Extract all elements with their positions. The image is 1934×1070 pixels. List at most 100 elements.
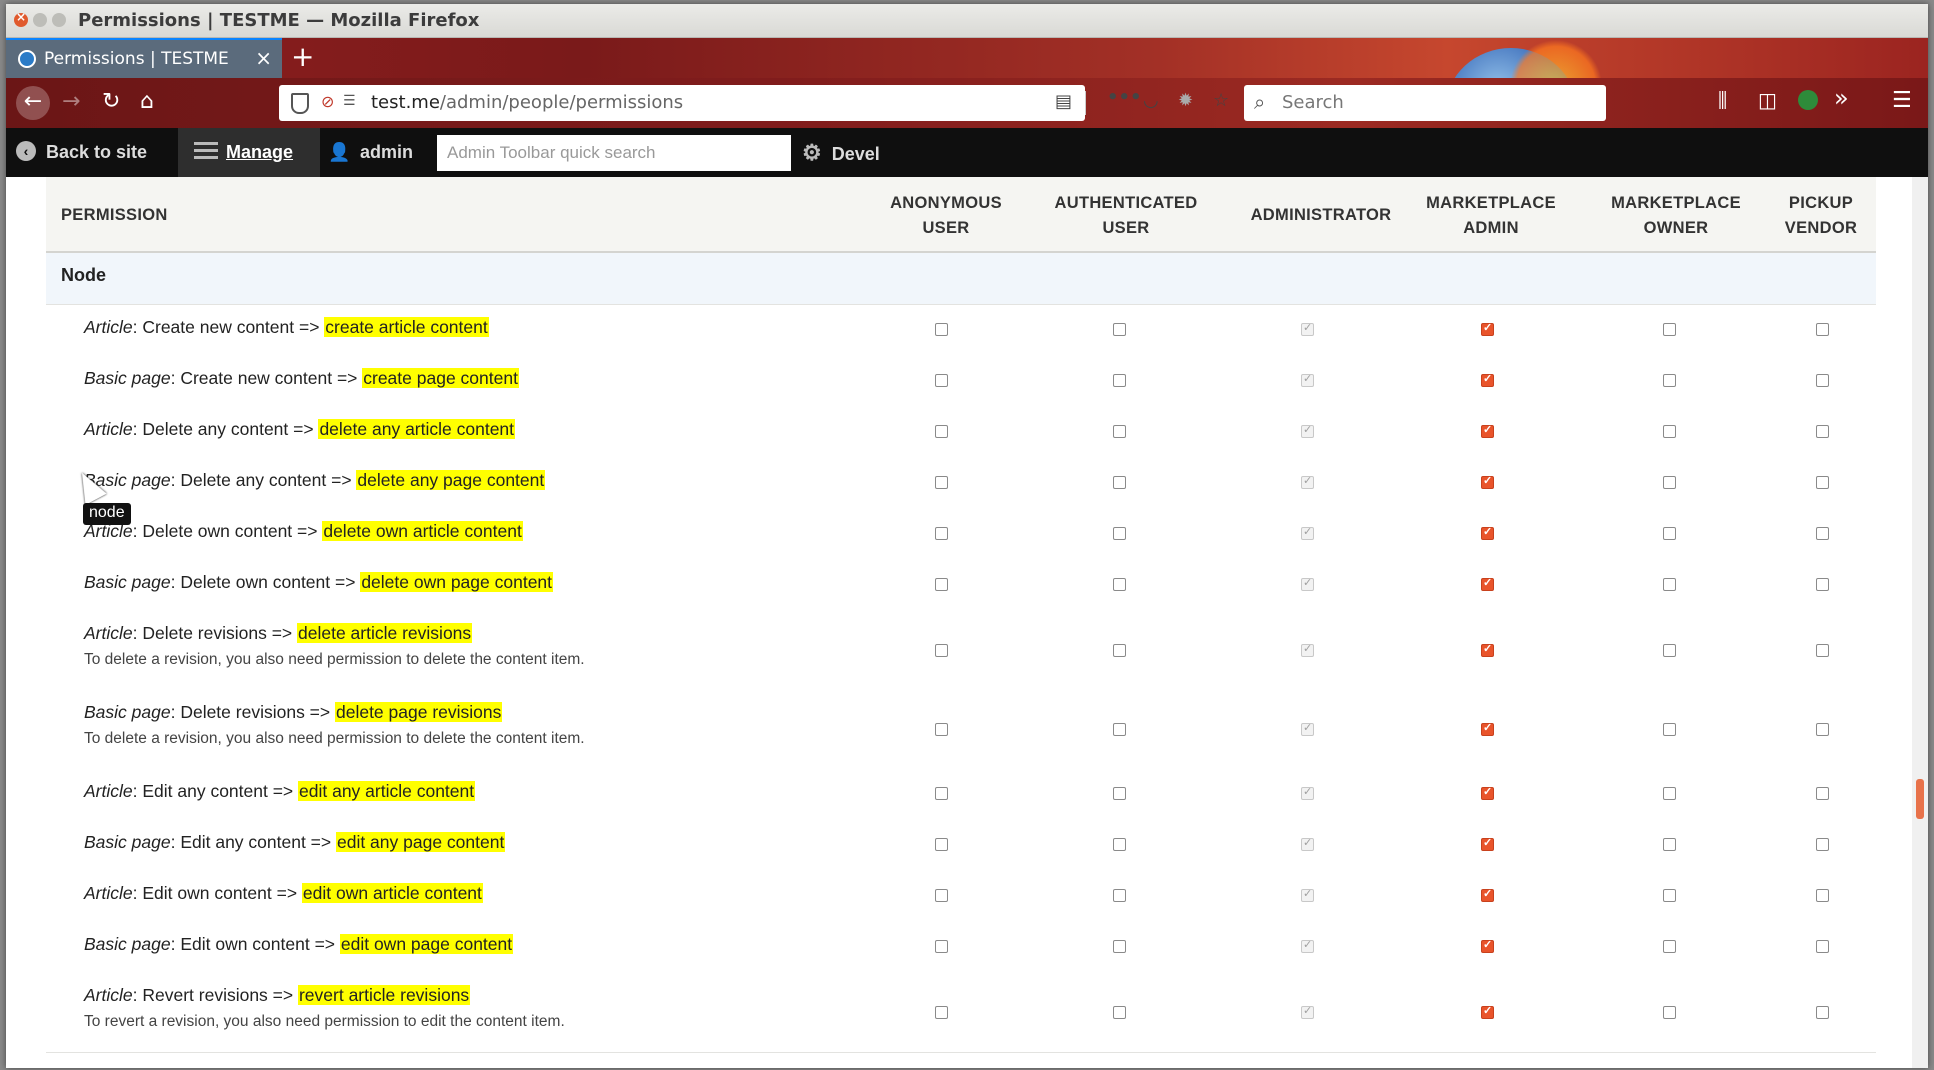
home-icon[interactable]: ⌂ — [140, 89, 154, 114]
checkbox-anonymous-user[interactable] — [935, 787, 948, 800]
bookmark-star-icon[interactable]: ☆ — [1213, 90, 1229, 111]
checkbox-authenticated-user[interactable] — [1113, 1006, 1126, 1019]
checkbox-authenticated-user[interactable] — [1113, 644, 1126, 657]
checkbox-authenticated-user[interactable] — [1113, 787, 1126, 800]
checkbox-marketplace-admin[interactable] — [1481, 372, 1494, 387]
new-tab-button[interactable]: + — [291, 40, 314, 73]
checkbox-marketplace-admin[interactable] — [1481, 576, 1494, 591]
table-row: Basic page: Delete any content => delete… — [46, 458, 1876, 510]
checkbox-marketplace-admin[interactable] — [1481, 721, 1494, 736]
url-text[interactable]: test.me/admin/people/permissions — [371, 92, 683, 113]
checkbox-authenticated-user[interactable] — [1113, 476, 1126, 489]
search-bar[interactable]: ⌕ Search — [1244, 85, 1606, 121]
overflow-chevron-icon[interactable]: » — [1834, 84, 1849, 112]
insecure-lock-icon[interactable]: ⊘ — [321, 92, 334, 111]
checkbox-marketplace-owner[interactable] — [1663, 425, 1676, 438]
checkbox-marketplace-owner[interactable] — [1663, 644, 1676, 657]
checkbox-pickup-vendor[interactable] — [1816, 527, 1829, 540]
extension-avatar-icon[interactable] — [1798, 90, 1818, 110]
checkbox-marketplace-owner[interactable] — [1663, 889, 1676, 902]
checkbox-marketplace-admin[interactable] — [1481, 423, 1494, 438]
checkbox-anonymous-user[interactable] — [935, 1006, 948, 1019]
checkbox-anonymous-user[interactable] — [935, 476, 948, 489]
checkbox-pickup-vendor[interactable] — [1816, 644, 1829, 657]
checkbox-pickup-vendor[interactable] — [1816, 1006, 1829, 1019]
checkbox-marketplace-owner[interactable] — [1663, 787, 1676, 800]
checkbox-authenticated-user[interactable] — [1113, 323, 1126, 336]
scrollbar[interactable] — [1912, 177, 1928, 1068]
checkbox-anonymous-user[interactable] — [935, 889, 948, 902]
checkbox-anonymous-user[interactable] — [935, 644, 948, 657]
checkbox-marketplace-owner[interactable] — [1663, 1006, 1676, 1019]
checkbox-authenticated-user[interactable] — [1113, 527, 1126, 540]
forward-arrow-icon[interactable]: → — [62, 89, 80, 114]
pocket-icon[interactable]: ◡ — [1143, 90, 1159, 111]
checkbox-marketplace-owner[interactable] — [1663, 476, 1676, 489]
url-bar[interactable]: ⊘ ☰ test.me/admin/people/permissions ▤ •… — [279, 85, 1229, 121]
window-close-button[interactable]: × — [14, 10, 28, 27]
checkbox-pickup-vendor[interactable] — [1816, 374, 1829, 387]
checkbox-authenticated-user[interactable] — [1113, 374, 1126, 387]
checkbox-marketplace-admin[interactable] — [1481, 785, 1494, 800]
hamburger-menu-icon[interactable]: ☰ — [1892, 88, 1912, 113]
checkbox-pickup-vendor[interactable] — [1816, 425, 1829, 438]
checkbox-authenticated-user[interactable] — [1113, 723, 1126, 736]
user-menu-tab[interactable]: 👤 admin — [328, 128, 413, 177]
library-icon[interactable]: ⫼ — [1718, 88, 1727, 112]
checkbox-marketplace-owner[interactable] — [1663, 940, 1676, 953]
checkbox-marketplace-owner[interactable] — [1663, 723, 1676, 736]
checkbox-anonymous-user[interactable] — [935, 838, 948, 851]
devel-menu-tab[interactable]: ⚙ Devel — [802, 128, 880, 177]
search-input[interactable]: Search — [1282, 92, 1344, 113]
checkbox-marketplace-admin[interactable] — [1481, 1004, 1494, 1019]
checkbox-marketplace-owner[interactable] — [1663, 527, 1676, 540]
checkbox-pickup-vendor[interactable] — [1816, 889, 1829, 902]
checkbox-anonymous-user[interactable] — [935, 374, 948, 387]
checkbox-marketplace-admin[interactable] — [1481, 321, 1494, 336]
checkbox-marketplace-admin[interactable] — [1481, 525, 1494, 540]
tracking-protection-icon[interactable]: ✹ — [1178, 90, 1193, 111]
back-arrow-icon[interactable]: ← — [16, 86, 50, 120]
checkbox-authenticated-user[interactable] — [1113, 425, 1126, 438]
checkbox-anonymous-user[interactable] — [935, 723, 948, 736]
checkbox-pickup-vendor[interactable] — [1816, 787, 1829, 800]
back-to-site-link[interactable]: ‹ Back to site — [16, 128, 147, 177]
reload-icon[interactable]: ↻ — [102, 89, 120, 114]
sidebar-icon[interactable]: ◫ — [1758, 88, 1777, 112]
checkbox-pickup-vendor[interactable] — [1816, 838, 1829, 851]
checkbox-anonymous-user[interactable] — [935, 527, 948, 540]
reader-view-icon[interactable]: ▤ — [1055, 91, 1072, 112]
checkbox-pickup-vendor[interactable] — [1816, 476, 1829, 489]
checkbox-marketplace-owner[interactable] — [1663, 374, 1676, 387]
checkbox-anonymous-user[interactable] — [935, 940, 948, 953]
checkbox-authenticated-user[interactable] — [1113, 838, 1126, 851]
window-maximize-button[interactable] — [52, 13, 66, 27]
checkbox-marketplace-admin[interactable] — [1481, 474, 1494, 489]
checkbox-marketplace-owner[interactable] — [1663, 578, 1676, 591]
checkbox-anonymous-user[interactable] — [935, 578, 948, 591]
checkbox-marketplace-admin[interactable] — [1481, 938, 1494, 953]
checkbox-pickup-vendor[interactable] — [1816, 940, 1829, 953]
checkbox-marketplace-owner[interactable] — [1663, 838, 1676, 851]
admin-toolbar-search-input[interactable]: Admin Toolbar quick search — [437, 135, 791, 171]
checkbox-pickup-vendor[interactable] — [1816, 323, 1829, 336]
checkbox-anonymous-user[interactable] — [935, 323, 948, 336]
checkbox-marketplace-admin[interactable] — [1481, 836, 1494, 851]
page-actions-icon[interactable]: ••• — [1107, 87, 1142, 108]
checkbox-authenticated-user[interactable] — [1113, 889, 1126, 902]
checkbox-pickup-vendor[interactable] — [1816, 723, 1829, 736]
scrollbar-thumb[interactable] — [1916, 779, 1924, 819]
checkbox-marketplace-owner[interactable] — [1663, 323, 1676, 336]
tab-close-icon[interactable]: × — [255, 46, 272, 70]
checkbox-authenticated-user[interactable] — [1113, 940, 1126, 953]
checkbox-anonymous-user[interactable] — [935, 425, 948, 438]
shield-icon[interactable] — [291, 93, 309, 114]
manage-menu-tab[interactable]: Manage — [178, 128, 320, 177]
tab-permissions[interactable]: Permissions | TESTME × — [6, 38, 282, 78]
permissions-icon[interactable]: ☰ — [343, 93, 356, 109]
checkbox-pickup-vendor[interactable] — [1816, 578, 1829, 591]
checkbox-authenticated-user[interactable] — [1113, 578, 1126, 591]
checkbox-marketplace-admin[interactable] — [1481, 642, 1494, 657]
window-minimize-button[interactable] — [33, 13, 47, 27]
checkbox-marketplace-admin[interactable] — [1481, 887, 1494, 902]
